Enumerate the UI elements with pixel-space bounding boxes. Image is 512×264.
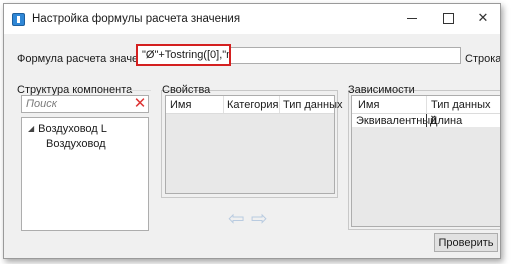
table-row[interactable]: Эквивалентный Длина: [352, 114, 500, 127]
minimize-button[interactable]: [405, 11, 419, 25]
close-button[interactable]: ✕: [476, 11, 490, 25]
formula-input-extension[interactable]: [231, 47, 461, 64]
app-icon: [12, 13, 25, 26]
column-divider: [279, 96, 280, 113]
close-icon: ✕: [477, 10, 489, 25]
component-tree[interactable]: ◢ Воздуховод L Воздуховод: [21, 117, 149, 231]
clear-search-icon[interactable]: ✕: [133, 96, 147, 112]
column-header-datatype[interactable]: Тип данных: [431, 99, 491, 111]
dependencies-table[interactable]: Имя Тип данных Эквивалентный Длина: [351, 95, 500, 227]
cell-divider: [426, 114, 427, 127]
check-button[interactable]: Проверить: [434, 233, 498, 252]
title-bar: Настройка формулы расчета значения ✕: [4, 4, 500, 34]
tree-item-child[interactable]: Воздуховод: [46, 138, 106, 150]
maximize-icon: [443, 13, 454, 24]
arrow-right-icon[interactable]: ⇨: [251, 209, 268, 229]
column-header-datatype[interactable]: Тип данных: [283, 99, 343, 111]
cell-datatype: Длина: [430, 115, 463, 127]
formula-settings-window: Настройка формулы расчета значения ✕ Фор…: [3, 3, 501, 259]
minimize-icon: [407, 18, 417, 19]
search-input[interactable]: [24, 97, 132, 111]
component-search[interactable]: ✕: [21, 95, 149, 113]
tree-item-label: Воздуховод L: [38, 123, 107, 135]
arrow-left-icon[interactable]: ⇦: [228, 209, 245, 229]
cell-name: Эквивалентный: [356, 115, 437, 127]
tree-collapse-icon[interactable]: ◢: [28, 124, 34, 133]
formula-type-label: Строка: [465, 53, 501, 65]
group-divider: [129, 90, 151, 91]
column-header-category[interactable]: Категория: [227, 99, 278, 111]
properties-table[interactable]: Имя Категория Тип данных: [165, 95, 343, 194]
dependencies-table-header: Имя Тип данных: [352, 96, 500, 114]
window-title: Настройка формулы расчета значения: [32, 13, 241, 25]
maximize-button[interactable]: [441, 11, 455, 25]
column-header-name[interactable]: Имя: [358, 99, 379, 111]
properties-table-header: Имя Категория Тип данных: [166, 96, 343, 114]
column-divider: [426, 96, 427, 113]
column-header-name[interactable]: Имя: [170, 99, 191, 111]
formula-input[interactable]: "Ø"+Tostring([0],"mm"): [136, 44, 231, 66]
column-divider: [223, 96, 224, 113]
tree-item-root[interactable]: ◢ Воздуховод L: [28, 123, 107, 135]
